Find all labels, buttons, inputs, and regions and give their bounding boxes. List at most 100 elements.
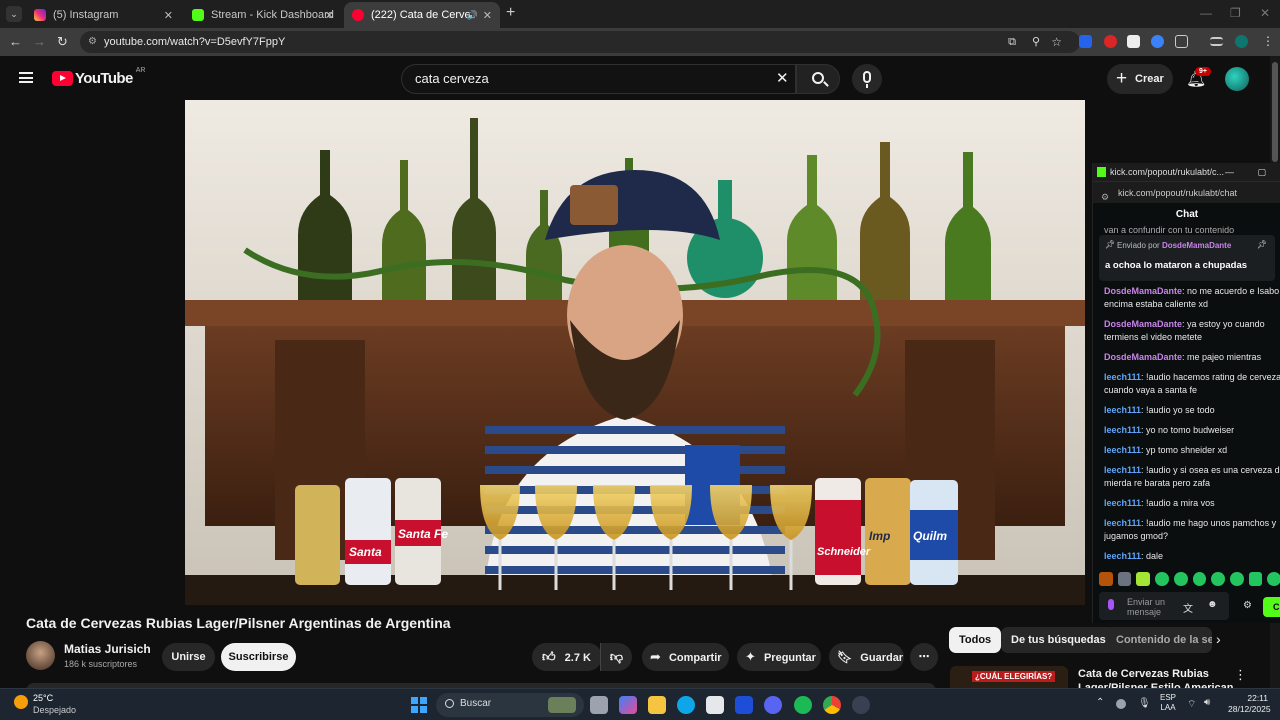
- send-chat-button[interactable]: Ch: [1263, 597, 1280, 617]
- join-button[interactable]: Unirse: [162, 643, 215, 671]
- new-tab-button[interactable]: +: [506, 4, 515, 22]
- extension-icon[interactable]: [1104, 35, 1117, 48]
- site-info-icon[interactable]: ⚙: [1101, 186, 1109, 208]
- emote-strip[interactable]: [1099, 572, 1280, 586]
- url-field[interactable]: ⚙ youtube.com/watch?v=D5evfY7FppY ⧉ ⚲ ☆: [80, 31, 1080, 53]
- chrome-icon[interactable]: [823, 696, 841, 714]
- profile-avatar-icon[interactable]: [1235, 35, 1248, 48]
- spotify-icon[interactable]: [794, 696, 812, 714]
- discord-icon[interactable]: [764, 696, 782, 714]
- network-icon[interactable]: ⌔: [1187, 698, 1196, 711]
- browser-menu-icon[interactable]: ⋮: [1262, 34, 1274, 48]
- emote-icon[interactable]: [1099, 572, 1113, 586]
- taskbar-search[interactable]: Buscar: [436, 693, 584, 717]
- tab-kick-dashboard[interactable]: Stream - Kick Dashboard ✕: [184, 2, 342, 28]
- share-button[interactable]: ➦ Compartir: [642, 643, 729, 671]
- filter-chip-all[interactable]: Todos: [949, 627, 1002, 653]
- chat-username[interactable]: DosdeMamaDante: [1104, 352, 1182, 362]
- zoom-icon[interactable]: ⚲: [1032, 31, 1040, 53]
- emote-icon[interactable]: [1117, 572, 1132, 586]
- recommended-thumbnail[interactable]: ¿CUÁL ELEGIRÍAS?: [950, 666, 1068, 688]
- emoji-icon[interactable]: ☻: [1207, 599, 1218, 610]
- bookmark-star-icon[interactable]: ☆: [1051, 31, 1062, 53]
- channel-name[interactable]: Matias Jurisich: [64, 642, 151, 656]
- extensions-puzzle-icon[interactable]: [1175, 35, 1188, 48]
- extension-icon[interactable]: [1079, 35, 1092, 48]
- close-tab-icon[interactable]: ✕: [483, 9, 492, 22]
- extension-icon[interactable]: [1151, 35, 1164, 48]
- translate-icon[interactable]: 文: [1183, 600, 1193, 615]
- emote-icon[interactable]: [1173, 572, 1188, 586]
- filter-chip-from-searches[interactable]: De tus búsquedas: [1001, 627, 1116, 653]
- maximize-icon[interactable]: ❐: [1230, 6, 1241, 20]
- tray-chevron-icon[interactable]: ⌃: [1096, 697, 1104, 708]
- file-explorer-icon[interactable]: [648, 696, 666, 714]
- emote-icon[interactable]: [1136, 572, 1151, 586]
- settings-gear-icon[interactable]: ⚙: [1243, 600, 1252, 611]
- recommended-more-icon[interactable]: ⋮: [1234, 667, 1247, 683]
- extension-icon[interactable]: [1127, 35, 1140, 48]
- unpin-icon[interactable]: 📌︎: [1257, 240, 1267, 249]
- close-tab-icon[interactable]: ✕: [325, 9, 334, 22]
- reload-icon[interactable]: ↻: [57, 34, 68, 50]
- chat-username[interactable]: leech111: [1104, 465, 1141, 475]
- channel-avatar[interactable]: [26, 641, 55, 670]
- chat-username[interactable]: leech111: [1104, 425, 1141, 435]
- emote-icon[interactable]: [1211, 572, 1225, 586]
- tray-app-icon[interactable]: [1116, 699, 1126, 709]
- minimize-icon[interactable]: —: [1200, 6, 1212, 20]
- dislike-button[interactable]: 👎︎: [600, 643, 632, 671]
- window-close-icon[interactable]: ✕: [1260, 6, 1270, 20]
- back-icon[interactable]: ←: [9, 34, 22, 49]
- save-button[interactable]: 🔖︎ Guardar: [829, 643, 904, 671]
- chat-username[interactable]: leech111: [1104, 551, 1141, 561]
- forward-icon[interactable]: →: [33, 34, 46, 49]
- chat-username[interactable]: leech111: [1104, 498, 1141, 508]
- like-button[interactable]: 👍︎ 2.7 K: [532, 643, 602, 671]
- mic-icon[interactable]: [1108, 599, 1114, 610]
- chat-username[interactable]: DosdeMamaDante: [1104, 319, 1182, 329]
- volume-icon[interactable]: 🔊︎: [1204, 697, 1210, 708]
- weather-desc[interactable]: Despejado: [33, 705, 76, 715]
- voice-search-button[interactable]: [852, 64, 882, 94]
- app-icon[interactable]: [852, 696, 870, 714]
- video-player[interactable]: Santa Santa Fe Schneider Imp Quilm: [185, 100, 1085, 605]
- weather-temp[interactable]: 25°C: [33, 693, 53, 703]
- emote-icon[interactable]: [1229, 572, 1244, 586]
- windows-start-icon[interactable]: [411, 697, 427, 713]
- site-info-icon[interactable]: ⚙: [88, 31, 97, 53]
- subscribe-button[interactable]: Suscribirse: [221, 643, 296, 671]
- clock[interactable]: 22:11 28/12/2025: [1228, 693, 1271, 715]
- chat-username[interactable]: leech111: [1104, 405, 1141, 415]
- account-avatar[interactable]: [1225, 67, 1249, 91]
- emote-icon[interactable]: [1248, 572, 1263, 586]
- close-tab-icon[interactable]: ✕: [164, 9, 173, 22]
- youtube-logo[interactable]: YouTube AR: [52, 67, 145, 87]
- filter-chip-related[interactable]: Contenido de la se: [1106, 627, 1212, 653]
- tab-instagram[interactable]: (5) Instagram ✕: [26, 2, 181, 28]
- tab-search-dropdown-icon[interactable]: ⌄: [6, 6, 22, 22]
- chat-username[interactable]: DosdeMamaDante: [1104, 286, 1182, 296]
- chevron-right-icon[interactable]: ›: [1216, 631, 1221, 647]
- speaker-icon[interactable]: 🔊: [467, 10, 478, 21]
- ask-button[interactable]: ✦ Preguntar: [737, 643, 821, 671]
- copilot-icon[interactable]: [619, 696, 637, 714]
- install-icon[interactable]: ⧉: [1008, 31, 1016, 53]
- search-input[interactable]: cata cerveza ✕: [401, 64, 796, 94]
- chat-username[interactable]: leech111: [1104, 372, 1141, 382]
- store-icon[interactable]: [706, 696, 724, 714]
- emote-icon[interactable]: [1267, 572, 1280, 586]
- chat-username[interactable]: leech111: [1104, 518, 1141, 528]
- create-button[interactable]: + Crear: [1107, 64, 1173, 94]
- language-indicator[interactable]: ESP LAA: [1160, 693, 1176, 713]
- reading-list-icon[interactable]: [1210, 37, 1223, 46]
- maximize-icon[interactable]: ▢: [1257, 163, 1266, 181]
- mail-icon[interactable]: [735, 696, 753, 714]
- minimize-icon[interactable]: —: [1225, 163, 1234, 181]
- search-button[interactable]: [796, 64, 840, 94]
- chat-username[interactable]: leech111: [1104, 445, 1141, 455]
- edge-icon[interactable]: [677, 696, 695, 714]
- emote-icon[interactable]: [1192, 572, 1207, 586]
- tab-youtube-active[interactable]: (222) Cata de Cervezas Rub… 🔊 ✕: [344, 2, 500, 28]
- chat-input[interactable]: Enviar un mensaje 文 ☻: [1099, 592, 1229, 620]
